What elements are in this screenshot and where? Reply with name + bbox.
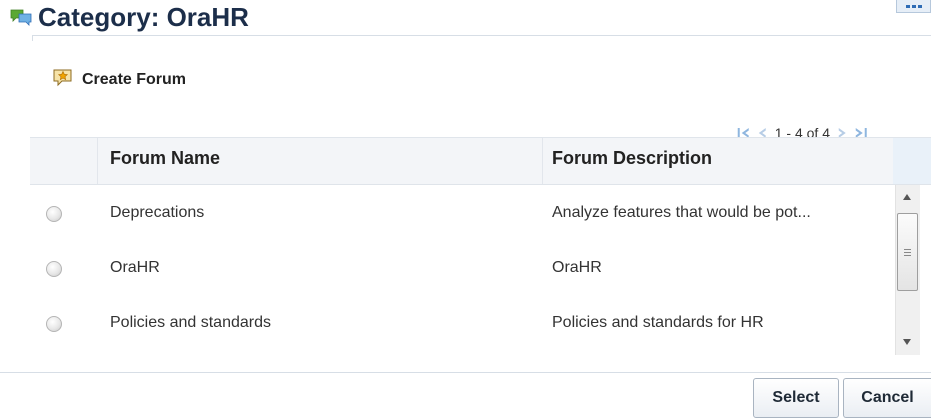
header-divider xyxy=(32,35,931,36)
page-title: Category: OraHR xyxy=(38,2,249,32)
create-forum-label: Create Forum xyxy=(82,71,187,88)
column-header-forum-description[interactable]: Forum Description xyxy=(552,148,712,169)
forum-description-cell: OraHR xyxy=(552,259,602,276)
column-header-forum-name[interactable]: Forum Name xyxy=(110,148,220,169)
table-row[interactable]: OraHR OraHR xyxy=(30,243,893,295)
table-header-scroll-gutter xyxy=(893,137,931,185)
forum-name-cell: OraHR xyxy=(110,259,160,276)
scrollbar-thumb[interactable] xyxy=(897,213,918,291)
more-options-icon[interactable] xyxy=(896,0,931,13)
forum-name-cell: Deprecations xyxy=(110,204,205,221)
footer-divider xyxy=(0,372,931,373)
cancel-button[interactable]: Cancel xyxy=(843,378,931,418)
forum-category-icon xyxy=(10,8,36,28)
forum-description-cell: Policies and standards for HR xyxy=(552,314,764,331)
table-row[interactable]: Deprecations Analyze features that would… xyxy=(30,188,893,240)
table-row[interactable]: Policies and standards Policies and stan… xyxy=(30,298,893,350)
row-radio[interactable] xyxy=(46,206,62,222)
forum-name-cell: Policies and standards xyxy=(110,314,271,331)
row-radio[interactable] xyxy=(46,261,62,277)
create-forum-icon xyxy=(52,67,76,94)
forum-description-cell: Analyze features that would be pot... xyxy=(552,204,811,221)
scroll-down-arrow-icon[interactable] xyxy=(895,333,919,351)
scroll-up-arrow-icon[interactable] xyxy=(895,188,919,206)
row-radio[interactable] xyxy=(46,316,62,332)
header-divider-corner xyxy=(32,35,33,41)
column-separator xyxy=(97,138,98,184)
column-separator xyxy=(542,138,543,184)
create-forum-button[interactable]: Create Forum xyxy=(52,68,186,92)
select-button[interactable]: Select xyxy=(753,378,839,418)
